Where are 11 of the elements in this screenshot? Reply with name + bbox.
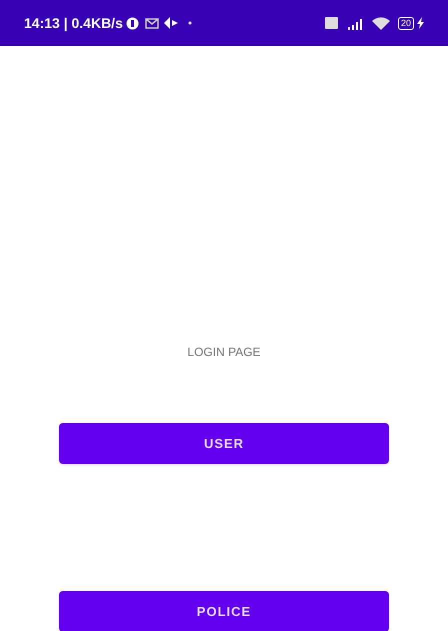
mail-icon xyxy=(144,18,159,28)
battery-icon: 20 xyxy=(398,16,414,30)
login-button[interactable]: USER xyxy=(59,423,389,464)
login-button[interactable]: POLICE xyxy=(59,591,389,631)
wifi-icon xyxy=(372,16,390,30)
signal-icon xyxy=(346,16,364,30)
status-time: 14:13 | 0.4KB/s xyxy=(24,14,123,34)
app-icon xyxy=(164,17,178,29)
dot-icon xyxy=(188,21,192,25)
charging-icon xyxy=(417,17,424,29)
page-title: LOGIN PAGE xyxy=(187,344,261,361)
